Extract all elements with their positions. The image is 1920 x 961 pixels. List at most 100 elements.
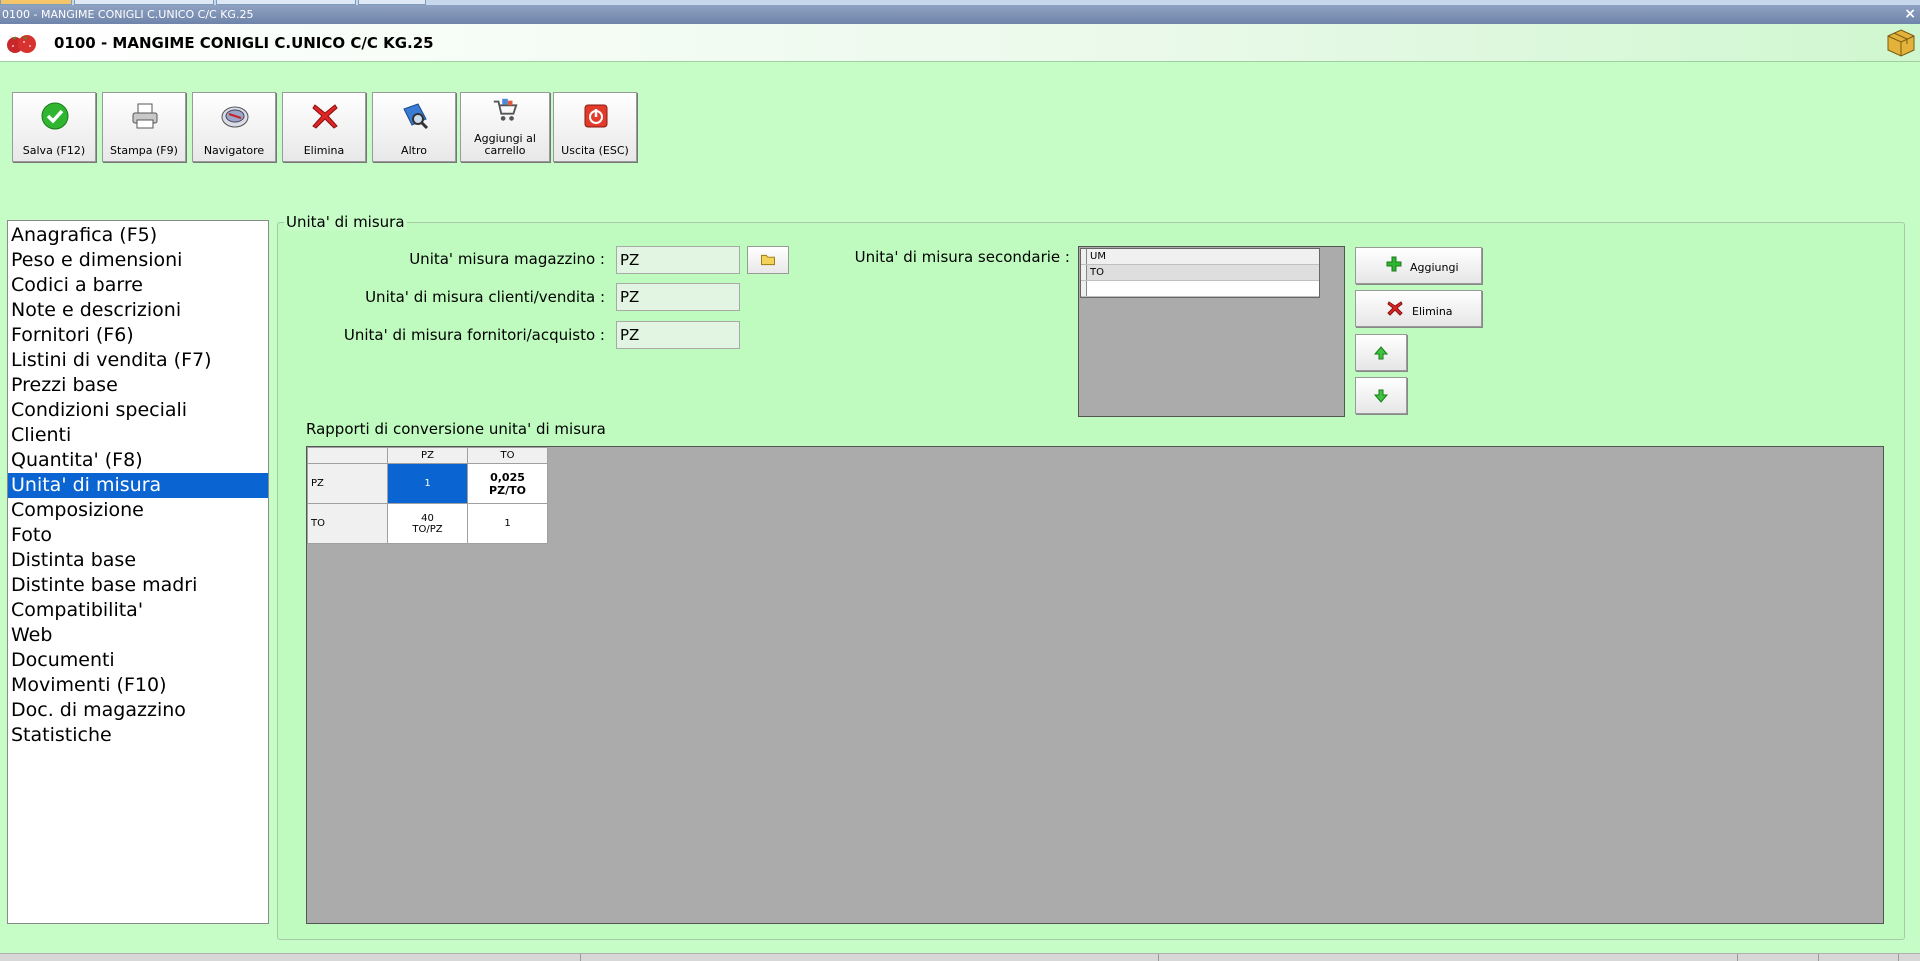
save-button-label: Salva (F12) [22,144,86,157]
exit-button[interactable]: Uscita (ESC) [553,92,637,162]
delete-button-label: Elimina [303,144,345,157]
add-to-cart-label-line2: carrello [484,144,526,157]
row-header: TO [307,503,388,544]
print-button-label: Stampa (F9) [110,144,178,157]
table-row[interactable]: TO [1081,265,1319,281]
nav-item-note-descrizioni[interactable]: Note e descrizioni [8,298,268,323]
nav-item-codici-barre[interactable]: Codici a barre [8,273,268,298]
print-button[interactable]: Stampa (F9) [102,92,186,162]
warehouse-unit-field[interactable]: PZ [616,246,740,274]
table-row: TO 40 TO/PZ 1 [307,503,548,544]
supplier-unit-field[interactable]: PZ [616,321,740,349]
secondary-units-label: Unita' di misura secondarie : [854,248,1070,266]
arrow-down-icon [1373,389,1389,403]
status-divider [1158,954,1159,961]
nav-item-quantita[interactable]: Quantita' (F8) [8,448,268,473]
nav-item-compatibilita[interactable]: Compatibilita' [8,598,268,623]
row-indicator [1081,249,1087,264]
page-title: 0100 - MANGIME CONIGLI C.UNICO C/C KG.25 [54,34,434,52]
table-cell[interactable]: TO [1090,267,1104,278]
nav-item-fornitori[interactable]: Fornitori (F6) [8,323,268,348]
move-down-button[interactable] [1355,377,1407,414]
add-unit-label: Aggiungi [1410,261,1459,274]
table-cell[interactable]: 40 TO/PZ [387,503,468,544]
nav-item-distinte-base-madri[interactable]: Distinte base madri [8,573,268,598]
status-divider [1737,954,1738,961]
delete-unit-label: Elimina [1412,305,1453,318]
window-title-bar: 0100 - MANGIME CONIGLI C.UNICO C/C KG.25… [0,5,1920,24]
nav-item-web[interactable]: Web [8,623,268,648]
nav-item-foto[interactable]: Foto [8,523,268,548]
red-x-icon [312,104,338,129]
other-button-label: Altro [401,144,427,157]
checkmark-icon [41,102,69,130]
delete-unit-button[interactable]: Elimina [1355,290,1482,327]
supplier-unit-label: Unita' di misura fornitori/acquisto : [343,326,605,344]
nav-item-unita-misura[interactable]: Unita' di misura [8,473,268,498]
column-header: PZ [387,447,468,464]
status-divider [580,954,581,961]
window-title: 0100 - MANGIME CONIGLI C.UNICO C/C KG.25 [2,8,254,21]
status-divider [1898,954,1899,961]
navigator-button-label: Navigatore [203,144,265,157]
nav-item-statistiche[interactable]: Statistiche [8,723,268,748]
conversion-table: PZ TO PZ 1 0,025 PZ/TO TO 40 TO/PZ 1 [307,447,548,544]
save-button[interactable]: Salva (F12) [12,92,96,162]
nav-item-anagrafica[interactable]: Anagrafica (F5) [8,223,268,248]
exit-button-label: Uscita (ESC) [561,144,629,157]
status-bar [0,953,1920,961]
table-row[interactable] [1081,281,1319,297]
move-up-button[interactable] [1355,334,1407,371]
status-divider [1818,954,1819,961]
printer-icon [132,103,158,129]
section-nav: Anagrafica (F5) Peso e dimensioni Codici… [7,220,269,924]
customer-unit-label: Unita' di misura clienti/vendita : [365,288,605,306]
power-icon [584,104,608,128]
secondary-units-grid[interactable]: UM TO [1078,246,1345,417]
table-row: PZ 1 0,025 PZ/TO [307,463,548,504]
secondary-units-table: UM TO [1080,248,1320,298]
nav-item-doc-magazzino[interactable]: Doc. di magazzino [8,698,268,723]
column-header: TO [467,447,548,464]
units-group-legend: Unita' di misura [284,213,407,231]
table-cell[interactable]: 0,025 PZ/TO [467,463,548,504]
nav-item-prezzi-base[interactable]: Prezzi base [8,373,268,398]
close-icon[interactable]: × [1904,5,1916,24]
shopping-cart-icon [493,98,518,121]
conversion-caption: Rapporti di conversione unita' di misura [306,420,606,438]
add-to-cart-button[interactable]: Aggiungi al carrello [460,92,550,162]
table-header: UM [1081,249,1319,265]
row-indicator [1081,265,1087,280]
table-cell[interactable]: 1 [387,463,468,504]
other-button[interactable]: Altro [372,92,456,162]
nav-item-movimenti[interactable]: Movimenti (F10) [8,673,268,698]
corner-cell [307,447,388,464]
nav-item-listini-vendita[interactable]: Listini di vendita (F7) [8,348,268,373]
nav-item-peso-dimensioni[interactable]: Peso e dimensioni [8,248,268,273]
add-to-cart-label: Aggiungi al carrello [461,133,549,157]
navigator-button[interactable]: Navigatore [192,92,276,162]
delete-button[interactable]: Elimina [282,92,366,162]
folder-icon [761,254,775,266]
strawberries-icon [7,35,36,53]
compass-icon [221,106,249,128]
row-indicator [1081,281,1087,296]
document-magnifier-icon [403,103,429,130]
nav-item-condizioni-speciali[interactable]: Condizioni speciali [8,398,268,423]
add-unit-button[interactable]: Aggiungi [1355,247,1482,284]
column-header-um: UM [1090,251,1106,262]
plus-icon [1386,256,1402,272]
conversion-grid[interactable]: PZ TO PZ 1 0,025 PZ/TO TO 40 TO/PZ 1 [306,446,1884,924]
nav-item-distinta-base[interactable]: Distinta base [8,548,268,573]
package-cube-icon[interactable] [1886,28,1916,58]
nav-item-documenti[interactable]: Documenti [8,648,268,673]
arrow-up-icon [1373,346,1389,360]
red-x-icon [1387,301,1403,316]
table-cell[interactable]: 1 [467,503,548,544]
nav-item-composizione[interactable]: Composizione [8,498,268,523]
nav-item-clienti[interactable]: Clienti [8,423,268,448]
table-header-row: PZ TO [307,447,548,464]
browse-unit-button[interactable] [747,246,789,274]
form-header: 0100 - MANGIME CONIGLI C.UNICO C/C KG.25 [0,24,1920,62]
customer-unit-field[interactable]: PZ [616,283,740,311]
